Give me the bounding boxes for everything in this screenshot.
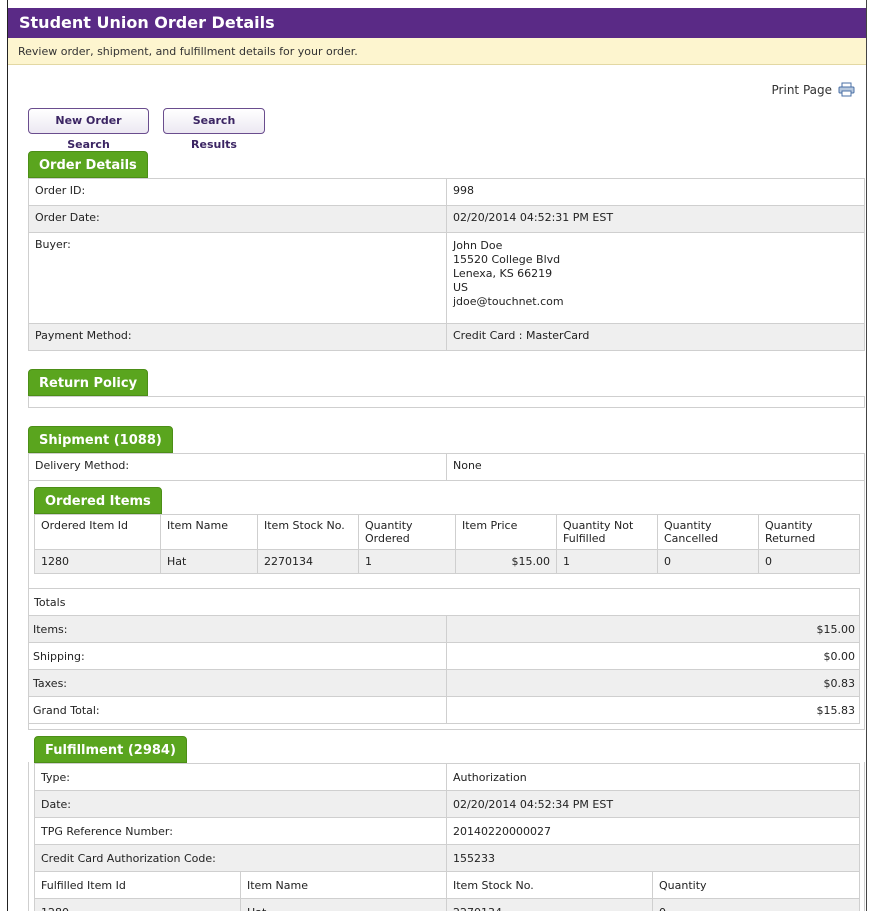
totals-table: Totals Items: $15.00 Shipping: $0.00 Tax… xyxy=(28,588,860,724)
col-fulfilled-item-name: Item Name xyxy=(240,871,447,899)
items-total-value: $15.00 xyxy=(446,615,860,643)
return-policy-content xyxy=(28,396,865,408)
auth-code-row: Credit Card Authorization Code: 155233 xyxy=(34,844,860,872)
fulfillment-date-value: 02/20/2014 04:52:34 PM EST xyxy=(446,790,860,818)
col-item-stock-no: Item Stock No. xyxy=(257,514,359,550)
item-name-cell: Hat xyxy=(160,549,258,574)
payment-method-label: Payment Method: xyxy=(28,323,447,351)
quantity-ordered-cell: 1 xyxy=(358,549,456,574)
order-details-table: Order ID: 998 Order Date: 02/20/2014 04:… xyxy=(28,178,865,351)
auth-code-value: 155233 xyxy=(446,844,860,872)
item-price-cell: $15.00 xyxy=(455,549,557,574)
buyer-row: Buyer: John Doe 15520 College Blvd Lenex… xyxy=(28,232,865,324)
auth-code-label: Credit Card Authorization Code: xyxy=(34,844,447,872)
fulfillment-type-value: Authorization xyxy=(446,763,860,791)
shipment-table: Delivery Method: None xyxy=(28,453,865,481)
tpg-reference-value: 20140220000027 xyxy=(446,817,860,845)
buyer-name: John Doe xyxy=(453,239,503,252)
grand-total-label: Grand Total: xyxy=(28,696,447,724)
buyer-address: John Doe 15520 College Blvd Lenexa, KS 6… xyxy=(446,232,865,324)
col-quantity-returned: Quantity Returned xyxy=(758,514,860,550)
print-page-link[interactable]: Print Page xyxy=(772,82,855,97)
fulfillment-date-label: Date: xyxy=(34,790,447,818)
col-ordered-item-id: Ordered Item Id xyxy=(34,514,161,550)
tab-fulfillment: Fulfillment (2984) xyxy=(34,736,187,763)
delivery-method-label: Delivery Method: xyxy=(28,453,447,481)
col-fulfilled-stock-no: Item Stock No. xyxy=(446,871,653,899)
fulfillment-table: Type: Authorization Date: 02/20/2014 04:… xyxy=(34,763,860,911)
grand-total-value: $15.83 xyxy=(446,696,860,724)
buyer-country: US xyxy=(453,281,469,294)
col-item-name: Item Name xyxy=(160,514,258,550)
fulfillment-type-row: Type: Authorization xyxy=(34,763,860,791)
col-fulfilled-quantity: Quantity xyxy=(652,871,860,899)
printer-icon xyxy=(838,82,855,97)
item-stock-no-cell: 2270134 xyxy=(257,549,359,574)
order-date-row: Order Date: 02/20/2014 04:52:31 PM EST xyxy=(28,205,865,233)
tpg-reference-label: TPG Reference Number: xyxy=(34,817,447,845)
delivery-method-value: None xyxy=(446,453,865,481)
totals-heading: Totals xyxy=(28,588,860,616)
buyer-city: Lenexa, KS 66219 xyxy=(453,267,553,280)
order-id-row: Order ID: 998 xyxy=(28,178,865,206)
delivery-method-row: Delivery Method: None xyxy=(28,453,865,481)
fulfilled-items-header: Fulfilled Item Id Item Name Item Stock N… xyxy=(34,871,860,899)
grand-total-row: Grand Total: $15.83 xyxy=(28,696,860,724)
items-total-label: Items: xyxy=(28,615,447,643)
quantity-not-fulfilled-cell: 1 xyxy=(556,549,658,574)
fulfillment-type-label: Type: xyxy=(34,763,447,791)
table-row: 1280 Hat 2270134 1 $15.00 1 0 0 xyxy=(34,549,860,574)
col-fulfilled-item-id: Fulfilled Item Id xyxy=(34,871,241,899)
fulfilled-item-id-cell: 1280 xyxy=(34,898,241,911)
taxes-total-label: Taxes: xyxy=(28,669,447,697)
tab-order-details: Order Details xyxy=(28,151,148,178)
order-id-value: 998 xyxy=(446,178,865,206)
col-quantity-not-fulfilled: Quantity Not Fulfilled xyxy=(556,514,658,550)
tpg-reference-row: TPG Reference Number: 20140220000027 xyxy=(34,817,860,845)
table-row: 1280 Hat 2270134 0 xyxy=(34,898,860,911)
order-date-value: 02/20/2014 04:52:31 PM EST xyxy=(446,205,865,233)
col-quantity-cancelled: Quantity Cancelled xyxy=(657,514,759,550)
page-subtitle: Review order, shipment, and fulfillment … xyxy=(8,38,866,65)
fulfilled-item-name-cell: Hat xyxy=(240,898,447,911)
buyer-street: 15520 College Blvd xyxy=(453,253,561,266)
order-id-label: Order ID: xyxy=(28,178,447,206)
ordered-items-header: Ordered Item Id Item Name Item Stock No.… xyxy=(34,514,860,550)
payment-method-row: Payment Method: Credit Card : MasterCard xyxy=(28,323,865,351)
window-right-border xyxy=(866,0,867,911)
payment-method-value: Credit Card : MasterCard xyxy=(446,323,865,351)
fulfilled-stock-no-cell: 2270134 xyxy=(446,898,653,911)
totals-heading-row: Totals xyxy=(28,588,860,616)
page-title: Student Union Order Details xyxy=(8,8,866,38)
col-quantity-ordered: Quantity Ordered xyxy=(358,514,456,550)
fulfillment-date-row: Date: 02/20/2014 04:52:34 PM EST xyxy=(34,790,860,818)
quantity-cancelled-cell: 0 xyxy=(657,549,759,574)
order-date-label: Order Date: xyxy=(28,205,447,233)
ordered-item-id-cell: 1280 xyxy=(34,549,161,574)
ordered-items-table: Ordered Item Id Item Name Item Stock No.… xyxy=(34,514,860,574)
buyer-email: jdoe@touchnet.com xyxy=(453,295,564,308)
shipping-total-label: Shipping: xyxy=(28,642,447,670)
col-item-price: Item Price xyxy=(455,514,557,550)
taxes-total-row: Taxes: $0.83 xyxy=(28,669,860,697)
search-results-button[interactable]: Search Results xyxy=(163,108,265,151)
print-page-label: Print Page xyxy=(771,82,832,97)
tab-ordered-items: Ordered Items xyxy=(34,487,162,514)
shipping-total-value: $0.00 xyxy=(446,642,860,670)
window-left-border xyxy=(7,0,8,911)
quantity-returned-cell: 0 xyxy=(758,549,860,574)
items-total-row: Items: $15.00 xyxy=(28,615,860,643)
new-order-search-button[interactable]: New Order Search xyxy=(28,108,149,151)
fulfilled-quantity-cell: 0 xyxy=(652,898,860,911)
tab-return-policy: Return Policy xyxy=(28,369,149,396)
shipping-total-row: Shipping: $0.00 xyxy=(28,642,860,670)
buyer-label: Buyer: xyxy=(28,232,447,324)
taxes-total-value: $0.83 xyxy=(446,669,860,697)
tab-shipment: Shipment (1088) xyxy=(28,426,173,453)
